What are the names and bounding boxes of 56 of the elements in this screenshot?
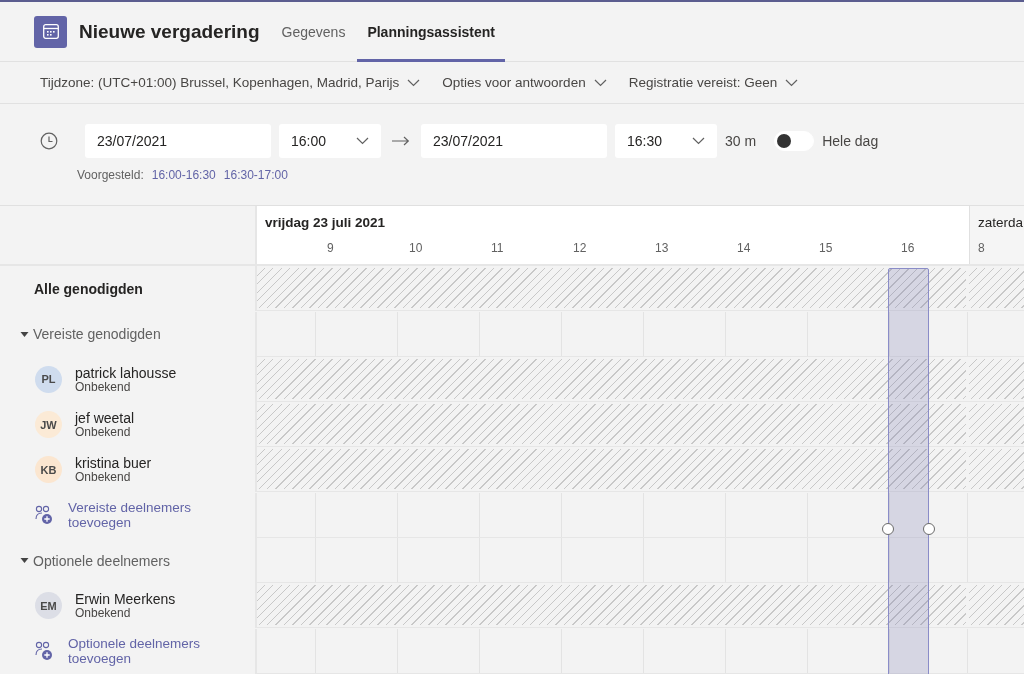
resize-handle[interactable] xyxy=(882,523,894,535)
attendee-name: patrick lahousse xyxy=(75,364,177,381)
hour-label: 8 xyxy=(978,241,985,255)
clock-icon xyxy=(40,132,58,150)
attendee-status: Onbekend xyxy=(75,607,132,621)
add-people-icon xyxy=(35,505,53,526)
avatar: KB xyxy=(35,456,62,484)
attendee-name: Erwin Meerkens xyxy=(75,591,176,608)
hour-label: 13 xyxy=(655,241,669,255)
hour-label: 11 xyxy=(491,241,504,255)
avatar: PL xyxy=(35,365,62,393)
suggested-label: Voorgesteld: xyxy=(77,168,144,182)
attendee-status: Onbekend xyxy=(75,471,132,485)
start-date-field[interactable]: 23/07/2021 xyxy=(85,124,271,158)
option-dropdown[interactable]: Tijdzone: (UTC+01:00) Brussel, Kopenhagen, Madrid, Parijs xyxy=(40,75,421,90)
all-day-label: Hele dag xyxy=(822,133,879,149)
tab[interactable]: Planningsassistent xyxy=(357,2,505,62)
suggested-time-link[interactable]: 16:30-17:00 xyxy=(223,168,288,182)
avatar: EM xyxy=(35,592,62,620)
hour-label: 16 xyxy=(901,241,915,255)
day-heading: zaterda xyxy=(977,215,1024,230)
group-toggle[interactable]: Vereiste genodigden xyxy=(0,326,161,343)
attendee-status: Onbekend xyxy=(75,426,132,440)
attendee-status: Onbekend xyxy=(75,380,132,394)
attendee-name: jef weetal xyxy=(75,410,135,427)
chevron-icon xyxy=(593,78,607,87)
group-toggle[interactable]: Optionele deelnemers xyxy=(0,552,170,569)
chevron-icon xyxy=(785,78,799,87)
end-date-field[interactable]: 23/07/2021 xyxy=(421,124,607,158)
start-time-dropdown[interactable]: 16:00 xyxy=(279,124,381,158)
calendar-icon xyxy=(34,15,67,48)
add-people-icon xyxy=(35,641,53,662)
add-attendees-link[interactable]: Vereiste deelnemers toevoegen xyxy=(68,500,218,531)
meeting-title: Nieuwe vergadering xyxy=(79,20,260,43)
option-dropdown[interactable]: Registratie vereist: Geen xyxy=(628,75,799,90)
all-day-toggle[interactable] xyxy=(774,131,815,151)
chevron-icon xyxy=(407,78,421,87)
hour-label: 9 xyxy=(327,241,334,255)
tab[interactable]: Gegevens xyxy=(271,2,356,62)
attendee-name: kristina buer xyxy=(75,455,152,472)
add-attendees-link[interactable]: Optionele deelnemers toevoegen xyxy=(68,636,218,667)
row-label: Alle genodigden xyxy=(33,280,143,297)
suggested-time-link[interactable]: 16:00-16:30 xyxy=(151,168,216,182)
avatar: JW xyxy=(35,411,62,439)
hour-label: 14 xyxy=(737,241,751,255)
chevron-icon xyxy=(692,137,705,145)
hour-label: 15 xyxy=(819,241,833,255)
end-time-dropdown[interactable]: 16:30 xyxy=(615,124,717,158)
duration-label: 30 m xyxy=(725,133,757,149)
arrow-icon xyxy=(392,136,410,146)
option-dropdown[interactable]: Opties voor antwoorden xyxy=(442,75,607,90)
hour-label: 12 xyxy=(573,241,587,255)
hour-label: 10 xyxy=(409,241,423,255)
chevron-icon xyxy=(356,137,369,145)
day-heading: vrijdag 23 juli 2021 xyxy=(264,215,387,230)
resize-handle[interactable] xyxy=(923,523,935,535)
